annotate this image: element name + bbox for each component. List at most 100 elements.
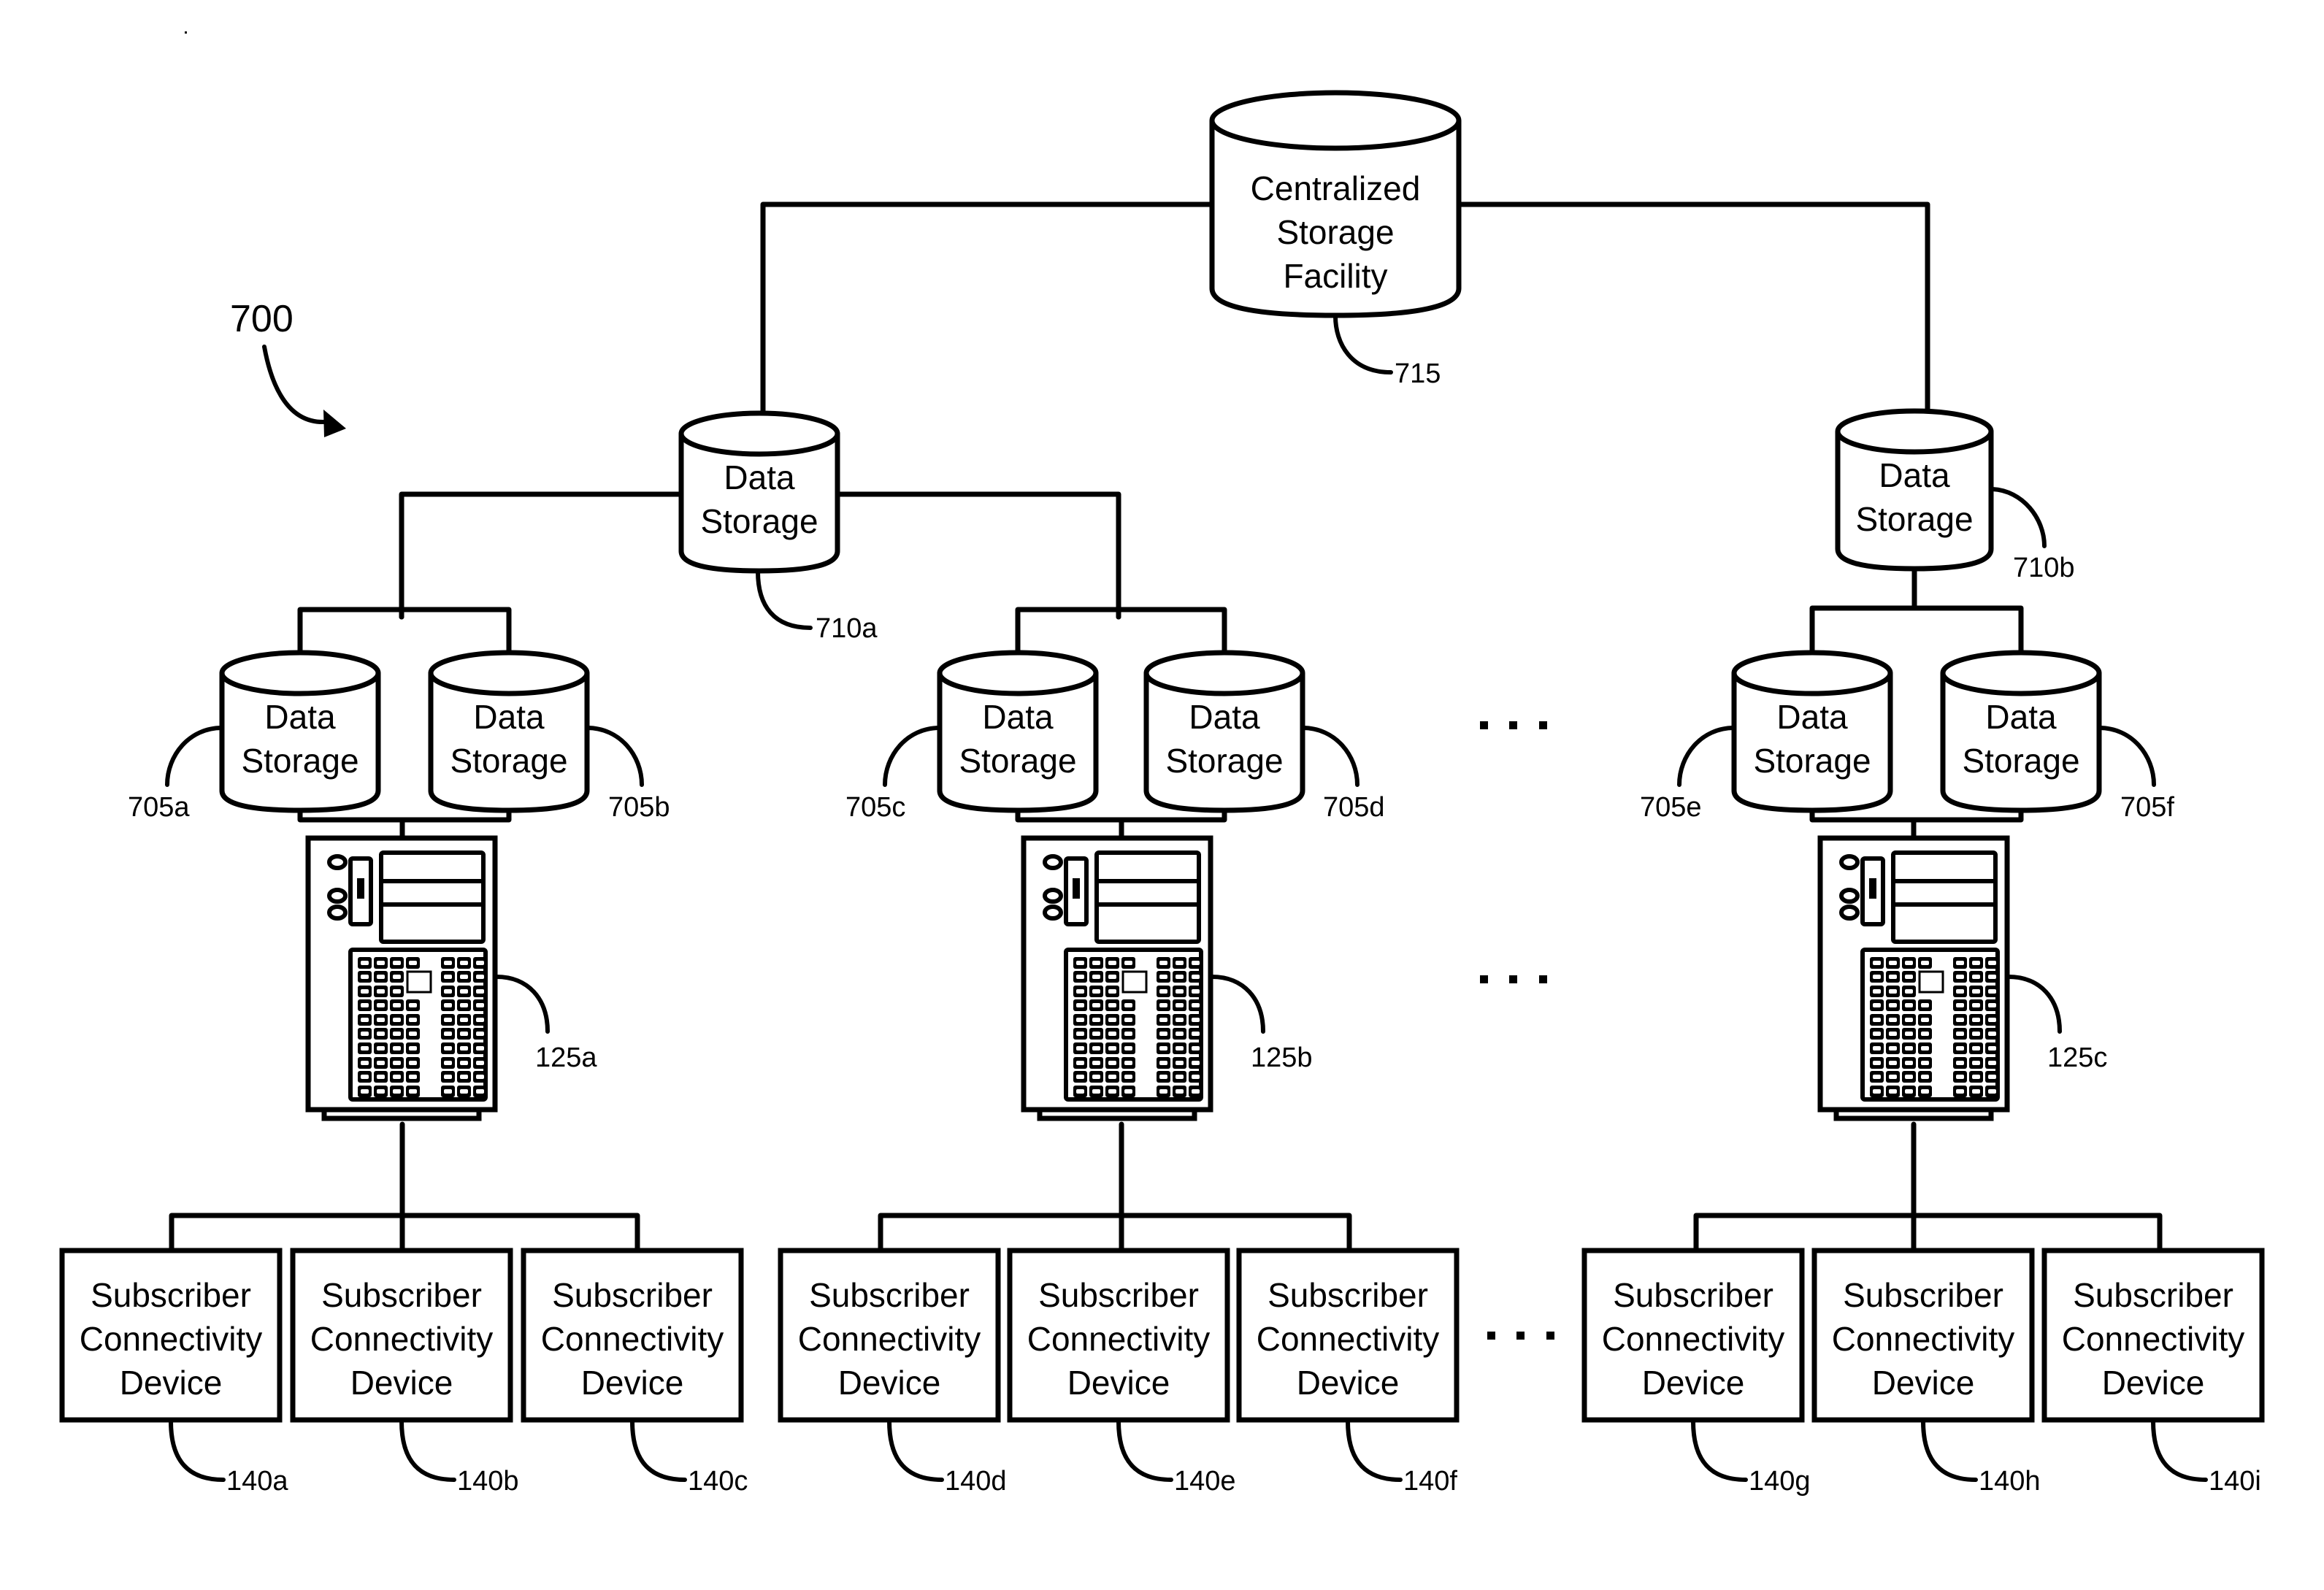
local-data-storage-705a[interactable]: Data Storage 705a	[128, 650, 381, 823]
leader-line	[1691, 1419, 1748, 1482]
leader-line	[2097, 726, 2156, 787]
device-label-line1: Subscriber	[321, 1276, 482, 1314]
leader-line	[399, 1419, 456, 1482]
leader-line	[494, 975, 550, 1034]
leader-line	[1677, 726, 1736, 787]
leader-line	[1300, 726, 1359, 787]
storage-label-line2: Storage	[1962, 742, 2079, 780]
local-data-storage-705d[interactable]: Data Storage 705d	[1143, 650, 1385, 823]
subscriber-connectivity-device-140g[interactable]: Subscriber Connectivity Device 140g	[1581, 1248, 1811, 1497]
ellipsis-icon	[1480, 721, 1547, 729]
subscriber-connectivity-device-140e[interactable]: Subscriber Connectivity Device 140e	[1007, 1248, 1236, 1497]
ref-label-125b: 125b	[1251, 1042, 1313, 1073]
device-label-line1: Subscriber	[2073, 1276, 2233, 1314]
ref-label-140e: 140e	[1174, 1466, 1236, 1497]
storage-label-line1: Data	[1189, 698, 1260, 736]
device-label-line3: Device	[350, 1364, 453, 1402]
device-label-line1: Subscriber	[809, 1276, 970, 1314]
storage-label-line1: Data	[982, 698, 1054, 736]
figure-number: 700	[230, 298, 294, 340]
subscriber-connectivity-device-140f[interactable]: Subscriber Connectivity Device 140f	[1236, 1248, 1460, 1497]
server-tower-icon	[1021, 835, 1213, 1121]
ref-label-140b: 140b	[457, 1466, 519, 1497]
local-storage-layer: Data Storage 705a Data Storage 705b Data Storag…	[128, 650, 2174, 823]
device-label-line1: Subscriber	[552, 1276, 713, 1314]
subscriber-connectivity-device-140c[interactable]: Subscriber Connectivity Device 140c	[521, 1248, 748, 1497]
device-label-line2: Connectivity	[798, 1320, 981, 1358]
device-label-line2: Connectivity	[1832, 1320, 2015, 1358]
regional-data-storage-710b[interactable]: Data Storage 710b	[1835, 408, 2075, 583]
leader-line	[887, 1419, 944, 1482]
ref-label-705e: 705e	[1640, 792, 1702, 823]
storage-label-line1: Data	[724, 458, 795, 496]
device-label-line2: Connectivity	[310, 1320, 494, 1358]
ref-label-125c: 125c	[2047, 1042, 2107, 1073]
device-label-line2: Connectivity	[541, 1320, 724, 1358]
device-label-line3: Device	[2102, 1364, 2205, 1402]
storage-label-line1: Data	[264, 698, 336, 736]
local-data-storage-705e[interactable]: Data Storage 705e	[1640, 650, 1893, 823]
scan-speck	[185, 31, 187, 34]
device-label-line1: Subscriber	[91, 1276, 251, 1314]
storage-label-line2: Storage	[959, 742, 1076, 780]
device-label-line2: Connectivity	[1027, 1320, 1211, 1358]
server-tower-icon	[305, 835, 498, 1121]
ref-label-705f: 705f	[2120, 792, 2174, 823]
ref-label-140h: 140h	[1979, 1466, 2041, 1497]
local-data-storage-705f[interactable]: Data Storage 705f	[1940, 650, 2174, 823]
curved-arrow-icon	[262, 345, 346, 437]
storage-label-line1: Data	[1879, 456, 1950, 494]
server-125a[interactable]: 125a	[305, 835, 597, 1121]
device-label-line3: Device	[1297, 1364, 1400, 1402]
regional-data-storage-710a[interactable]: Data Storage 710a	[678, 410, 878, 644]
device-label-line1: Subscriber	[1613, 1276, 1773, 1314]
ellipsis-icon	[1487, 1332, 1554, 1340]
device-label-line3: Device	[838, 1364, 941, 1402]
ref-label-705a: 705a	[128, 792, 190, 823]
leader-line	[1921, 1419, 1978, 1482]
device-label-line3: Device	[581, 1364, 684, 1402]
centralized-storage-label-line2: Storage	[1276, 213, 1394, 251]
ref-label-715: 715	[1395, 358, 1441, 389]
server-layer: 125a 125b 125c	[305, 835, 2107, 1121]
storage-label-line2: Storage	[700, 502, 818, 540]
ellipsis-icon	[1480, 975, 1547, 983]
storage-label-line2: Storage	[1855, 500, 1973, 538]
subscriber-connectivity-device-140i[interactable]: Subscriber Connectivity Device 140i	[2041, 1248, 2265, 1497]
subscriber-connectivity-device-140b[interactable]: Subscriber Connectivity Device 140b	[290, 1248, 519, 1497]
ref-label-705c: 705c	[845, 792, 905, 823]
device-label-line3: Device	[1642, 1364, 1745, 1402]
leader-line	[756, 569, 813, 630]
ref-label-140d: 140d	[945, 1466, 1007, 1497]
leader-line	[1990, 487, 2047, 548]
leader-line	[630, 1419, 687, 1482]
ref-label-140i: 140i	[2209, 1466, 2261, 1497]
device-label-line2: Connectivity	[1257, 1320, 1440, 1358]
storage-label-line1: Data	[1985, 698, 2057, 736]
subscriber-connectivity-device-140d[interactable]: Subscriber Connectivity Device 140d	[778, 1248, 1007, 1497]
leader-line	[2006, 975, 2062, 1034]
server-tower-icon	[1817, 835, 2010, 1121]
leader-line	[165, 726, 224, 787]
storage-label-line1: Data	[1776, 698, 1848, 736]
ref-label-710b: 710b	[2013, 553, 2075, 583]
network-storage-diagram: 700 Centralized Storage Facility 715 Dat…	[59, 31, 2265, 1497]
device-label-line1: Subscriber	[1843, 1276, 2003, 1314]
subscriber-layer: SubscriberConnectivityDevice140aSubscrib…	[59, 1248, 2265, 1497]
device-label-line2: Connectivity	[80, 1320, 263, 1358]
subscriber-connectivity-device-140h[interactable]: Subscriber Connectivity Device 140h	[1811, 1248, 2041, 1497]
local-data-storage-705c[interactable]: Data Storage 705c	[845, 650, 1099, 823]
storage-label-line2: Storage	[241, 742, 358, 780]
leader-line	[1116, 1419, 1173, 1482]
ref-label-140g: 140g	[1749, 1466, 1811, 1497]
leader-line	[1210, 975, 1265, 1034]
centralized-storage-label-line3: Facility	[1283, 257, 1387, 295]
centralized-storage-facility[interactable]: Centralized Storage Facility 715	[1209, 90, 1462, 389]
server-125b[interactable]: 125b	[1021, 835, 1313, 1121]
local-data-storage-705b[interactable]: Data Storage 705b	[428, 650, 670, 823]
storage-label-line2: Storage	[1165, 742, 1283, 780]
storage-label-line2: Storage	[450, 742, 567, 780]
server-125c[interactable]: 125c	[1817, 835, 2107, 1121]
subscriber-connectivity-device-140a[interactable]: Subscriber Connectivity Device 140a	[59, 1248, 288, 1497]
leader-line	[585, 726, 644, 787]
